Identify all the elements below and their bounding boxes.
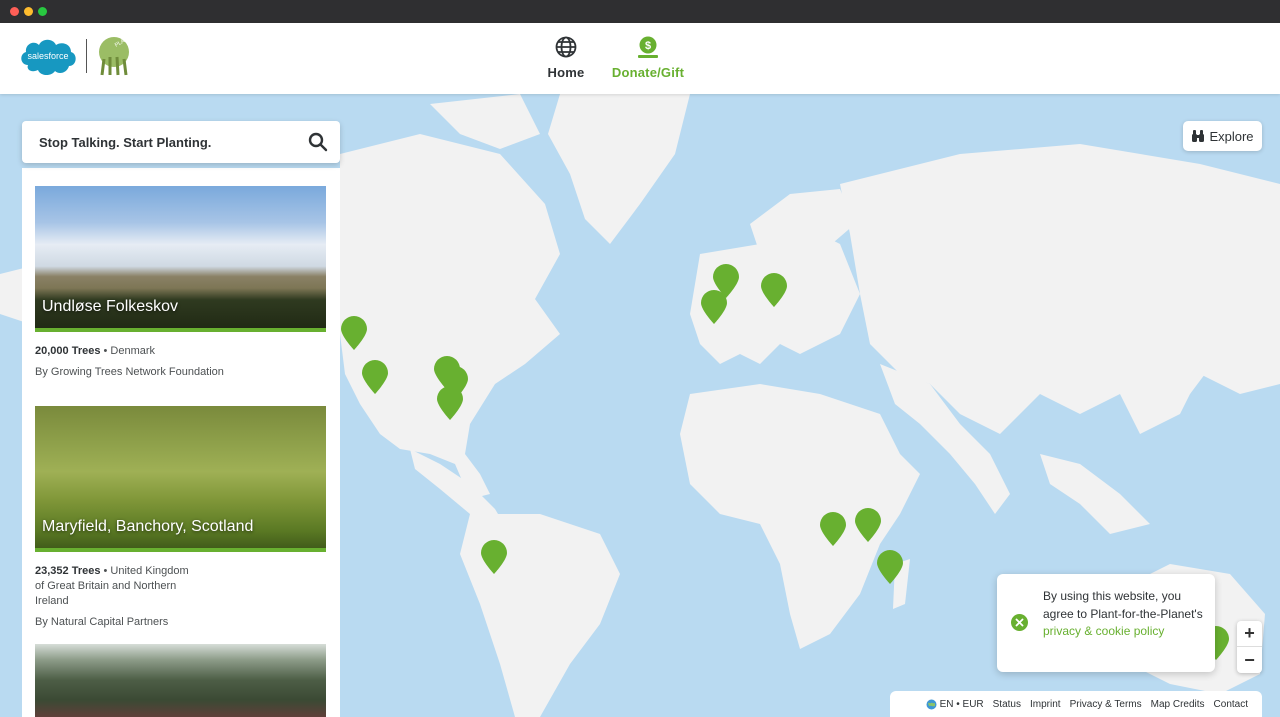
binoculars-icon bbox=[1192, 130, 1205, 142]
explore-label: Explore bbox=[1209, 128, 1254, 144]
project-country: Denmark bbox=[110, 345, 156, 357]
globe-icon bbox=[555, 36, 577, 58]
project-tree-count: 20,000 Trees bbox=[35, 345, 101, 357]
project-card[interactable]: Undløse Folkeskov 20,000 Trees • Denmark… bbox=[35, 186, 326, 378]
project-image[interactable]: Maryfield, Banchory, Scotland bbox=[35, 406, 326, 552]
language-currency-selector[interactable]: EN • EUR bbox=[926, 699, 984, 710]
project-image[interactable]: Undløse Folkeskov bbox=[35, 186, 326, 332]
window-maximize-dot[interactable] bbox=[38, 7, 47, 16]
explore-button[interactable]: Explore bbox=[1183, 121, 1262, 151]
logo-divider bbox=[86, 39, 87, 73]
map-pin[interactable] bbox=[820, 512, 846, 546]
nav-donate-label: Donate/Gift bbox=[611, 65, 685, 80]
cookie-text: By using this website, you agree to Plan… bbox=[1043, 588, 1203, 641]
salesforce-logo-text: salesforce bbox=[27, 51, 68, 61]
map-pin[interactable] bbox=[855, 508, 881, 542]
browser-titlebar bbox=[0, 0, 1280, 23]
search-tagline: Stop Talking. Start Planting. bbox=[39, 134, 212, 150]
zoom-out-button[interactable]: − bbox=[1237, 647, 1262, 673]
cookie-policy-link[interactable]: privacy & cookie policy bbox=[1043, 624, 1164, 638]
window-minimize-dot[interactable] bbox=[24, 7, 33, 16]
project-list-panel[interactable]: Undløse Folkeskov 20,000 Trees • Denmark… bbox=[22, 168, 340, 717]
project-card[interactable]: Maryfield, Banchory, Scotland 23,352 Tre… bbox=[35, 406, 326, 628]
zoom-control: + − bbox=[1237, 621, 1262, 673]
search-bar[interactable]: Stop Talking. Start Planting. bbox=[22, 121, 340, 163]
nav-donate-gift[interactable]: $ Donate/Gift bbox=[608, 35, 688, 80]
footer-privacy-link[interactable]: Privacy & Terms bbox=[1070, 699, 1142, 710]
map-pin[interactable] bbox=[877, 550, 903, 584]
window-close-dot[interactable] bbox=[10, 7, 19, 16]
footer-map-credits-link[interactable]: Map Credits bbox=[1151, 699, 1205, 710]
search-icon[interactable] bbox=[308, 132, 328, 152]
cookie-notice: By using this website, you agree to Plan… bbox=[997, 574, 1215, 672]
close-icon[interactable] bbox=[1011, 614, 1028, 631]
project-title: Maryfield, Banchory, Scotland bbox=[42, 518, 254, 535]
nav-home[interactable]: Home bbox=[545, 35, 587, 80]
project-organization: By Natural Capital Partners bbox=[35, 616, 169, 628]
map-pin[interactable] bbox=[761, 273, 787, 307]
map-pin[interactable] bbox=[701, 290, 727, 324]
map-pin[interactable] bbox=[341, 316, 367, 350]
map-pin[interactable] bbox=[437, 386, 463, 420]
top-header: salesforce PLANT FOR THE PLANET Home $ D… bbox=[0, 23, 1280, 94]
globe-icon bbox=[926, 699, 937, 709]
nav-home-label: Home bbox=[547, 65, 585, 80]
map-pin[interactable] bbox=[362, 360, 388, 394]
project-image[interactable] bbox=[35, 644, 326, 717]
map-footer: EN • EUR Status Imprint Privacy & Terms … bbox=[890, 691, 1262, 717]
project-organization: By Growing Trees Network Foundation bbox=[35, 366, 224, 378]
map-pin[interactable] bbox=[481, 540, 507, 574]
plant-for-the-planet-logo[interactable]: PLANT FOR THE PLANET bbox=[94, 35, 134, 77]
footer-contact-link[interactable]: Contact bbox=[1214, 699, 1248, 710]
project-tree-count: 23,352 Trees bbox=[35, 565, 101, 577]
project-card[interactable] bbox=[35, 644, 326, 717]
footer-status-link[interactable]: Status bbox=[993, 699, 1021, 710]
language-currency-label: EN • EUR bbox=[939, 698, 984, 710]
project-title: Undløse Folkeskov bbox=[42, 298, 179, 315]
svg-text:$: $ bbox=[645, 40, 651, 52]
zoom-in-button[interactable]: + bbox=[1237, 621, 1262, 647]
project-meta: 23,352 Trees • United Kingdom of Great B… bbox=[35, 565, 189, 607]
salesforce-logo[interactable]: salesforce bbox=[18, 35, 78, 77]
project-meta: 20,000 Trees • Denmark bbox=[35, 345, 156, 357]
footer-imprint-link[interactable]: Imprint bbox=[1030, 699, 1061, 710]
cookie-message: By using this website, you agree to Plan… bbox=[1043, 589, 1203, 621]
donate-coin-icon: $ bbox=[638, 36, 658, 58]
